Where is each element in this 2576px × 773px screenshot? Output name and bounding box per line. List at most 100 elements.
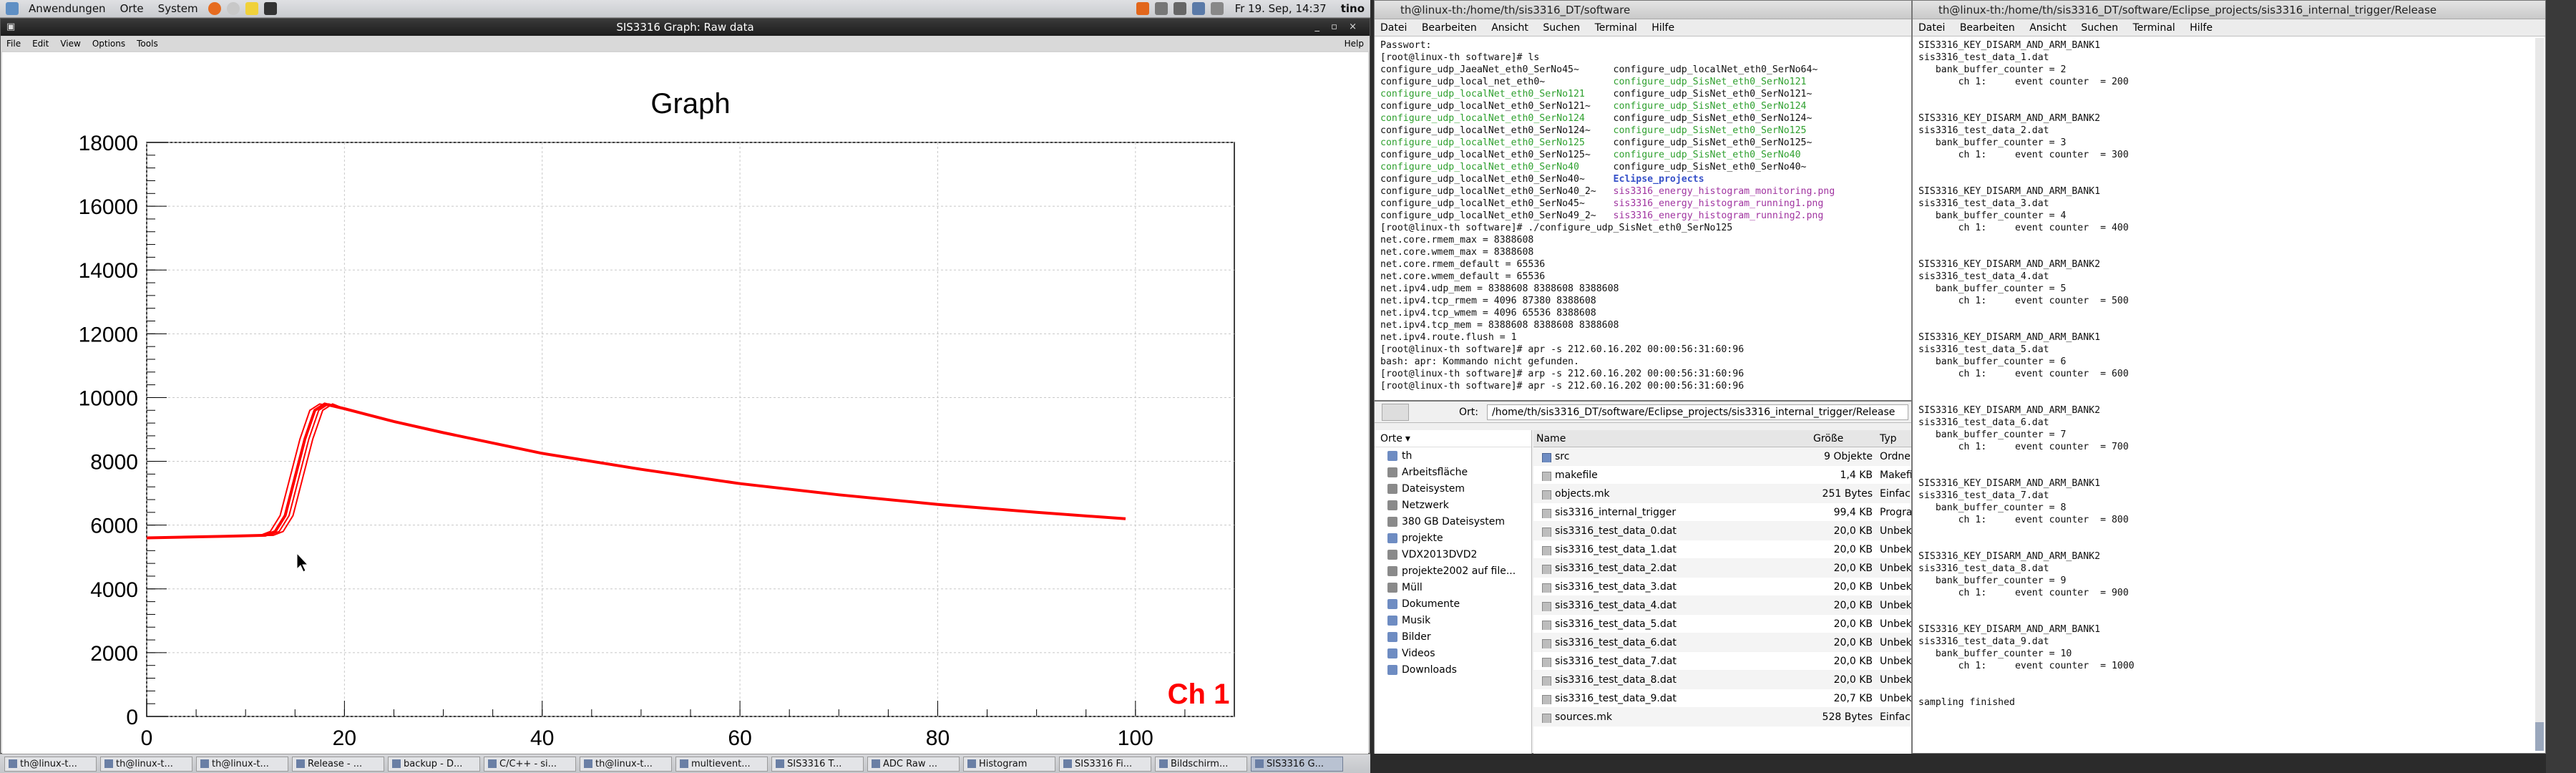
menu-view[interactable]: View — [54, 39, 86, 49]
file-row[interactable]: sis3316_test_data_6.dat 20,0 KB Unbekan — [1533, 633, 1911, 652]
graph-plot[interactable]: Graph 0 20 40 60 80 100 0 2000 4000 6000 8000 10000 1… — [2, 52, 1368, 761]
distro-logo-icon[interactable] — [6, 2, 19, 15]
menu-bearbeiten[interactable]: Bearbeiten — [1954, 22, 2021, 34]
notes-icon[interactable] — [245, 2, 258, 15]
update-icon[interactable] — [1136, 2, 1149, 15]
file-row[interactable]: sis3316_internal_trigger 99,4 KB Program — [1533, 503, 1911, 522]
plot-canvas[interactable]: Graph 0 20 40 60 80 100 0 2000 4000 6000 8000 10000 1… — [2, 52, 1368, 761]
file-row[interactable]: sis3316_test_data_8.dat 20,0 KB Unbekan — [1533, 671, 1911, 689]
place-item[interactable]: Downloads — [1375, 661, 1531, 678]
terminal1-title[interactable]: th@linux-th:/home/th/sis3316_DT/software — [1375, 1, 1911, 19]
volume-icon[interactable] — [1173, 2, 1186, 15]
file-icon — [1542, 657, 1551, 667]
taskbar-button[interactable]: C/C++ - si... — [484, 756, 576, 772]
taskbar-label: Histogram — [979, 758, 1028, 769]
menu-ansicht[interactable]: Ansicht — [1485, 22, 1534, 34]
column-name[interactable]: Name — [1533, 433, 1809, 444]
window-controls[interactable]: _ ▫ × — [1315, 19, 1361, 36]
terminal2-scrollbar[interactable] — [2535, 38, 2544, 751]
display-icon[interactable] — [1191, 2, 1205, 15]
menu-help[interactable]: Help — [1339, 39, 1370, 49]
clock[interactable]: Fr 19. Sep, 14:37 — [1226, 2, 1335, 15]
place-item[interactable]: Dateisystem — [1375, 480, 1531, 497]
menu-file[interactable]: File — [1, 39, 26, 49]
terminal-icon[interactable] — [263, 2, 277, 15]
file-row[interactable]: sis3316_test_data_7.dat 20,0 KB Unbekan — [1533, 652, 1911, 671]
menu-places[interactable]: Orte — [113, 2, 151, 15]
network-icon[interactable] — [1154, 2, 1168, 15]
taskbar-button[interactable]: backup - D... — [388, 756, 480, 772]
location-input[interactable]: /home/th/sis3316_DT/software/Eclipse_pro… — [1486, 404, 1908, 420]
menu-ansicht[interactable]: Ansicht — [2024, 22, 2072, 34]
file-row[interactable]: sis3316_test_data_3.dat 20,0 KB Unbekan — [1533, 578, 1911, 596]
menu-tools[interactable]: Tools — [131, 39, 164, 49]
terminal1-output[interactable]: Passwort: [root@linux-th software]# ls con… — [1375, 37, 1911, 395]
menu-bearbeiten[interactable]: Bearbeiten — [1416, 22, 1483, 34]
taskbar-button[interactable]: th@linux-t... — [4, 756, 97, 772]
scrollbar-thumb[interactable] — [2535, 722, 2544, 751]
taskbar-button[interactable]: Bildschirm... — [1155, 756, 1247, 772]
file-row[interactable]: sis3316_test_data_1.dat 20,0 KB Unbekan — [1533, 540, 1911, 559]
user-name[interactable]: tino — [1335, 2, 1370, 15]
place-item[interactable]: Netzwerk — [1375, 497, 1531, 513]
terminal-line: net.core.rmem_default = 65536 — [1380, 258, 1906, 271]
taskbar-button[interactable]: th@linux-t... — [196, 756, 288, 772]
file-row[interactable]: sis3316_test_data_4.dat 20,0 KB Unbekan — [1533, 596, 1911, 615]
edit-location-icon[interactable] — [1382, 403, 1409, 421]
taskbar-button[interactable]: SIS3316 Fi... — [1059, 756, 1151, 772]
column-type[interactable]: Typ — [1877, 433, 1911, 444]
place-item[interactable]: Videos — [1375, 645, 1531, 661]
menu-suchen[interactable]: Suchen — [1537, 22, 1586, 34]
graph-window-titlebar[interactable]: SIS3316 Graph: Raw data ▣ _ ▫ × — [1, 19, 1370, 36]
place-item[interactable]: projekte — [1375, 530, 1531, 546]
firefox-icon[interactable] — [208, 2, 221, 15]
file-row[interactable]: sis3316_test_data_9.dat 20,7 KB Unbekan — [1533, 689, 1911, 708]
menu-terminal[interactable]: Terminal — [2127, 22, 2181, 34]
window-menu-icon[interactable]: ▣ — [6, 19, 15, 36]
menu-edit[interactable]: Edit — [26, 39, 54, 49]
file-name: makefile — [1555, 469, 1598, 481]
file-row[interactable]: sis3316_test_data_0.dat 20,0 KB Unbekan — [1533, 522, 1911, 540]
place-item[interactable]: 380 GB Dateisystem — [1375, 513, 1531, 530]
taskbar-button[interactable]: th@linux-t... — [580, 756, 672, 772]
place-item[interactable]: VDX2013DVD2 — [1375, 546, 1531, 563]
file-row[interactable]: objects.mk 251 Bytes Einfache — [1533, 485, 1911, 503]
terminal2-title[interactable]: th@linux-th:/home/th/sis3316_DT/software… — [1913, 1, 2545, 19]
column-size[interactable]: Größe — [1809, 433, 1877, 444]
file-row[interactable]: sis3316_test_data_5.dat 20,0 KB Unbekan — [1533, 615, 1911, 633]
menu-applications[interactable]: Anwendungen — [21, 2, 113, 15]
places-header[interactable]: Orte ▾ — [1375, 430, 1531, 447]
help-icon[interactable] — [226, 2, 240, 15]
file-row[interactable]: makefile 1,4 KB Makefile — [1533, 466, 1911, 485]
window-icon — [584, 759, 592, 768]
place-item[interactable]: Arbeitsfläche — [1375, 464, 1531, 480]
taskbar-button[interactable]: Histogram — [963, 756, 1055, 772]
place-item[interactable]: Bilder — [1375, 628, 1531, 645]
menu-datei[interactable]: Datei — [1913, 22, 1951, 34]
menu-hilfe[interactable]: Hilfe — [1646, 22, 1680, 34]
file-row[interactable]: sis3316_test_data_2.dat 20,0 KB Unbekan — [1533, 559, 1911, 578]
taskbar-button[interactable]: Release - ... — [292, 756, 384, 772]
place-item[interactable]: th — [1375, 447, 1531, 464]
terminal2-output[interactable]: SIS3316_KEY_DISARM_AND_ARM_BANK1 sis3316… — [1913, 37, 2545, 711]
file-row[interactable]: src 9 Objekte Ordner — [1533, 447, 1911, 466]
taskbar-button[interactable]: th@linux-t... — [100, 756, 192, 772]
menu-terminal[interactable]: Terminal — [1589, 22, 1643, 34]
place-item[interactable]: Musik — [1375, 612, 1531, 628]
battery-icon[interactable] — [1210, 2, 1224, 15]
menu-options[interactable]: Options — [87, 39, 131, 49]
menu-suchen[interactable]: Suchen — [2075, 22, 2124, 34]
taskbar-button[interactable]: SIS3316 G... — [1251, 756, 1343, 772]
places-dropdown[interactable]: Orte — [1380, 433, 1402, 444]
taskbar-button[interactable]: SIS3316 T... — [771, 756, 864, 772]
taskbar-button[interactable]: multievent... — [675, 756, 768, 772]
menu-system[interactable]: System — [151, 2, 205, 15]
menu-datei[interactable]: Datei — [1375, 22, 1413, 34]
place-item[interactable]: projekte2002 auf file... — [1375, 563, 1531, 579]
taskbar-button[interactable]: ADC Raw ... — [867, 756, 960, 772]
y-tick-label: 6000 — [90, 515, 138, 538]
file-row[interactable]: sources.mk 528 Bytes Einfache — [1533, 708, 1911, 726]
place-item[interactable]: Müll — [1375, 579, 1531, 595]
menu-hilfe[interactable]: Hilfe — [2184, 22, 2218, 34]
place-item[interactable]: Dokumente — [1375, 595, 1531, 612]
